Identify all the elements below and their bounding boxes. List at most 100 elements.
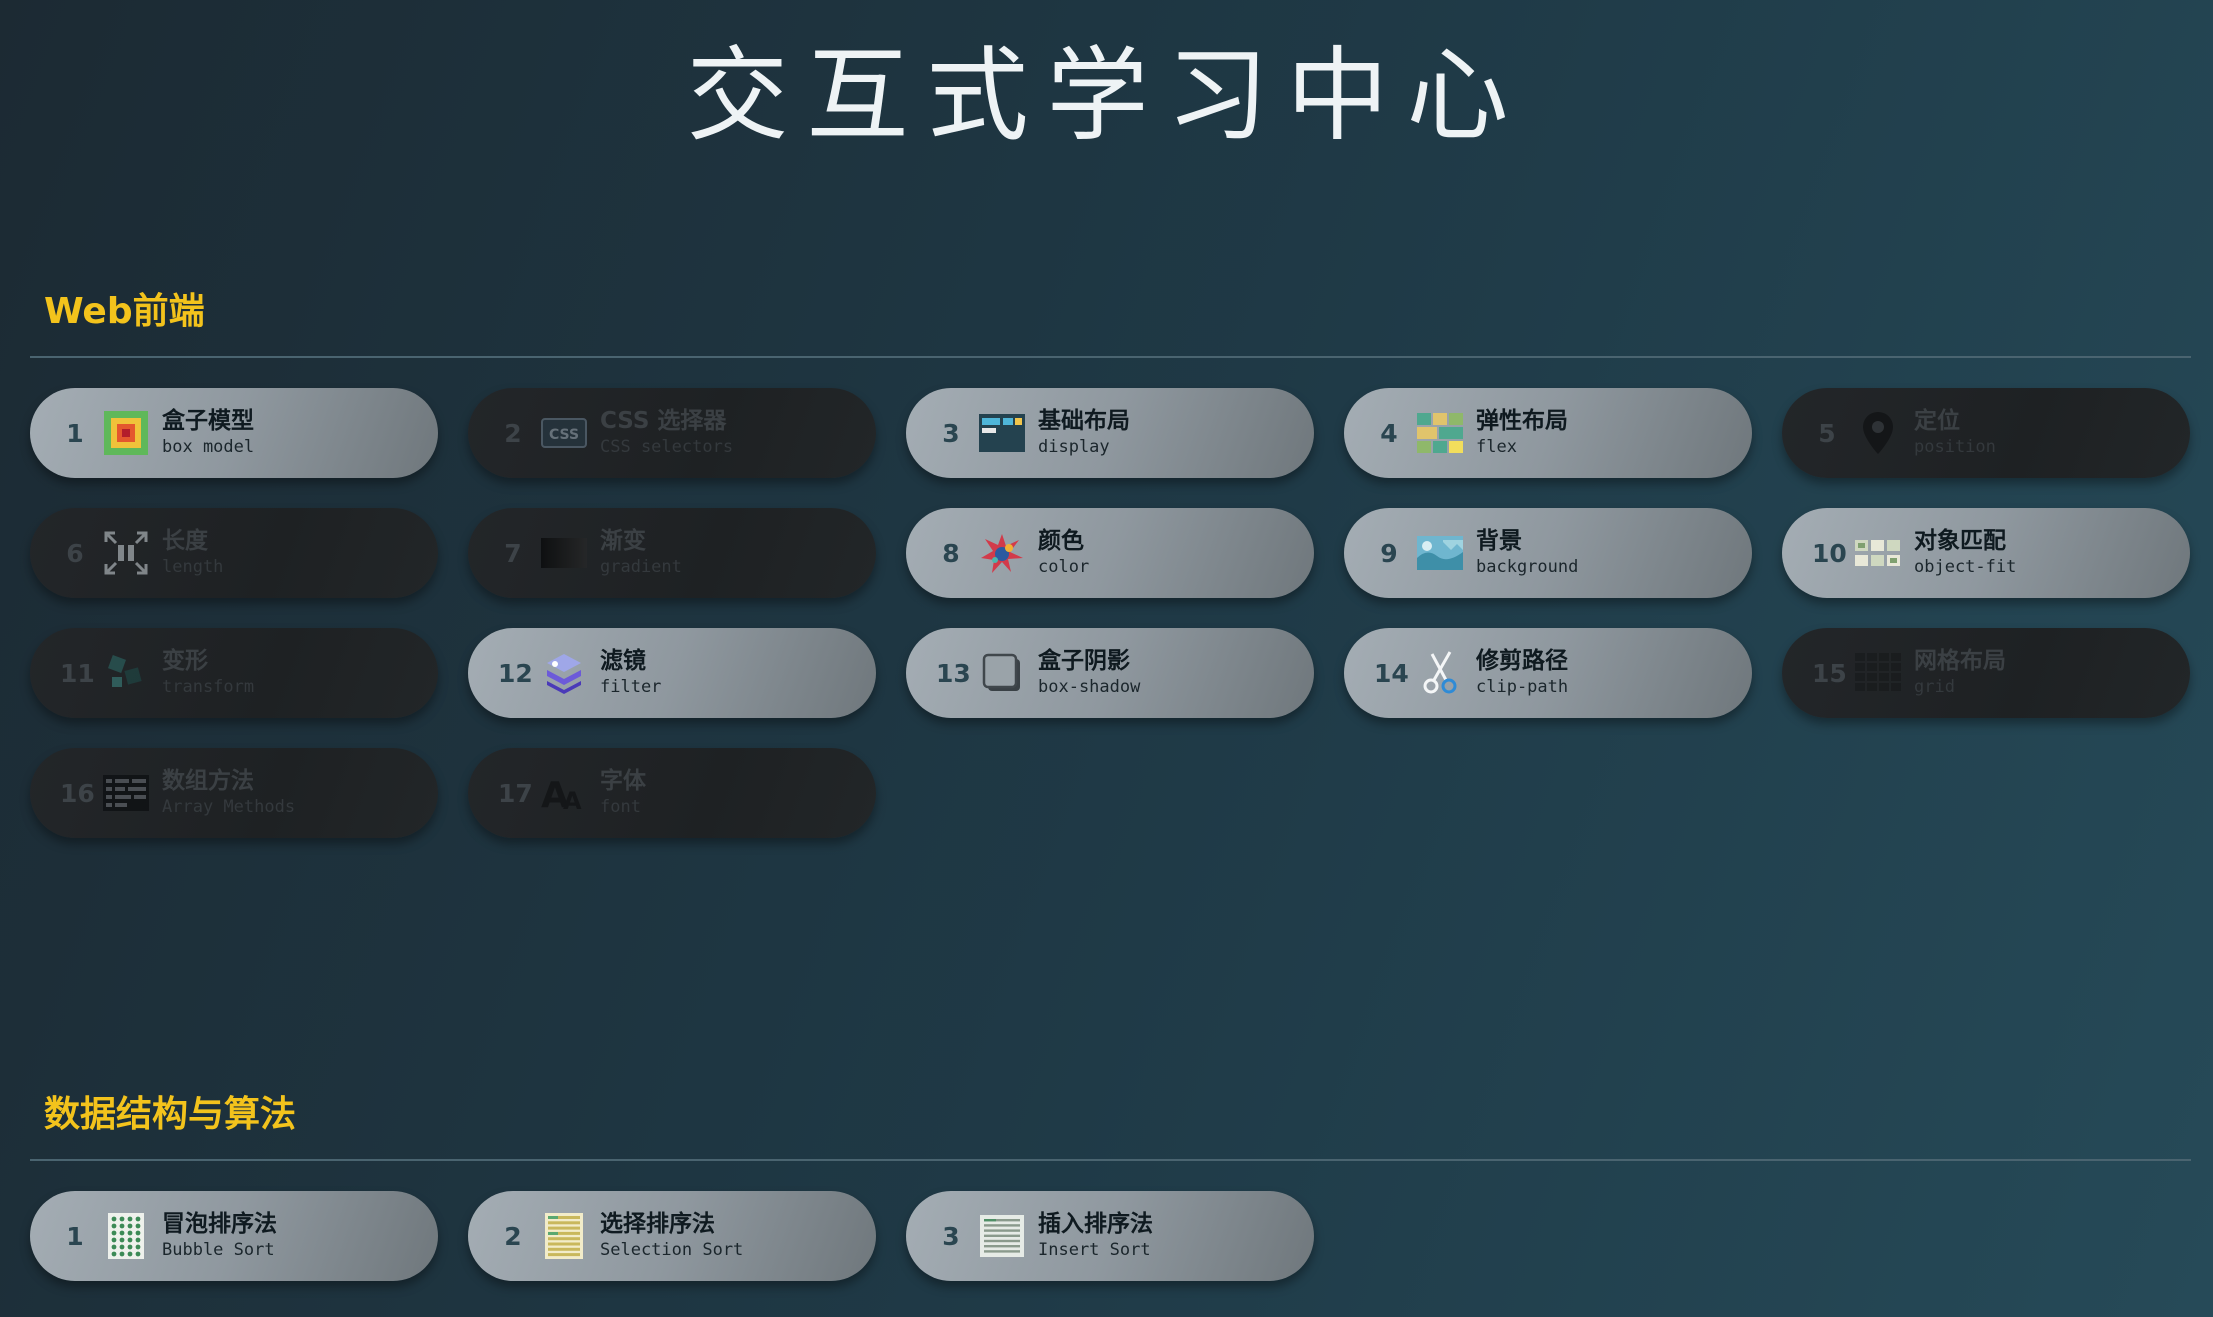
- card-number: 15: [1812, 658, 1847, 688]
- card-number: 2: [504, 1221, 522, 1251]
- card-title: 盒子阴影: [1038, 648, 1130, 674]
- insert-sort-icon: [978, 1212, 1026, 1260]
- card-number: 4: [1380, 418, 1398, 448]
- card-title: 渐变: [600, 528, 646, 554]
- color-splash-icon: [978, 529, 1026, 577]
- lesson-card[interactable]: 8 颜色 color: [906, 508, 1314, 598]
- svg-text:CSS: CSS: [549, 427, 579, 443]
- card-text-group: 颜色 color: [1038, 527, 1089, 579]
- box-shadow-icon: [978, 649, 1026, 697]
- lesson-card[interactable]: 7 渐变 gradient: [468, 508, 876, 598]
- card-text-group: 定位 position: [1914, 407, 1996, 459]
- card-title: CSS 选择器: [600, 408, 727, 434]
- object-fit-icon: [1854, 529, 1902, 577]
- card-text-group: 渐变 gradient: [600, 527, 682, 579]
- lesson-card[interactable]: 12 滤镜 filter: [468, 628, 876, 718]
- svg-text:A: A: [563, 787, 582, 813]
- grid-icon: [1854, 649, 1902, 697]
- card-number: 3: [942, 1221, 960, 1251]
- lesson-card[interactable]: 16 数组方法 Array Methods: [30, 748, 438, 838]
- card-text-group: CSS 选择器 CSS selectors: [600, 407, 733, 459]
- card-title: 弹性布局: [1476, 408, 1568, 434]
- card-number: 1: [66, 1221, 84, 1251]
- location-pin-icon: [1854, 409, 1902, 457]
- card-number: 1: [66, 418, 84, 448]
- card-subtitle: Bubble Sort: [162, 1240, 275, 1260]
- card-number: 7: [504, 538, 522, 568]
- transform-icon: [102, 649, 150, 697]
- card-number: 3: [942, 418, 960, 448]
- card-subtitle: grid: [1914, 677, 1955, 697]
- page-title: 交互式学习中心: [686, 37, 1527, 156]
- card-text-group: 背景 background: [1476, 527, 1578, 579]
- card-title: 变形: [162, 648, 208, 674]
- card-title: 盒子模型: [162, 408, 254, 434]
- card-title: 滤镜: [600, 648, 646, 674]
- card-text-group: 选择排序法 Selection Sort: [600, 1210, 743, 1262]
- card-number: 2: [504, 418, 522, 448]
- card-text-group: 滤镜 filter: [600, 647, 661, 699]
- card-text-group: 冒泡排序法 Bubble Sort: [162, 1210, 277, 1262]
- lesson-card[interactable]: 2 CSS CSS 选择器 CSS selectors: [468, 388, 876, 478]
- card-text-group: 基础布局 display: [1038, 407, 1130, 459]
- selection-sort-icon: [540, 1212, 588, 1260]
- lesson-card[interactable]: 1 冒泡排序法 Bubble Sort: [30, 1191, 438, 1281]
- bubble-sort-icon: [102, 1212, 150, 1260]
- lesson-card[interactable]: 3 基础布局 display: [906, 388, 1314, 478]
- lesson-card[interactable]: 15 网格布局 grid: [1782, 628, 2190, 718]
- lesson-card[interactable]: 17 A A 字体 font: [468, 748, 876, 838]
- card-number: 14: [1374, 658, 1409, 688]
- card-title: 字体: [600, 768, 646, 794]
- card-text-group: 盒子阴影 box-shadow: [1038, 647, 1140, 699]
- card-title: 颜色: [1038, 528, 1084, 554]
- card-number: 13: [936, 658, 971, 688]
- card-title: 修剪路径: [1476, 648, 1568, 674]
- card-subtitle: transform: [162, 677, 255, 697]
- card-number: 16: [60, 778, 95, 808]
- card-subtitle: Selection Sort: [600, 1240, 744, 1260]
- box-model-icon: [102, 409, 150, 457]
- card-number: 6: [66, 538, 84, 568]
- flex-grid-icon: [1416, 409, 1464, 457]
- lesson-card[interactable]: 1 盒子模型 box model: [30, 388, 438, 478]
- card-subtitle: box model: [162, 437, 255, 457]
- card-text-group: 变形 transform: [162, 647, 254, 699]
- card-text-group: 数组方法 Array Methods: [162, 767, 295, 819]
- card-subtitle: flex: [1476, 437, 1517, 457]
- card-subtitle: font: [600, 797, 641, 817]
- lesson-card[interactable]: 4 弹性布局 flex: [1344, 388, 1752, 478]
- card-text-group: 长度 length: [162, 527, 223, 579]
- section-data-structures: 数据结构与算法 1 冒泡排序法 Bubble Sort 2 选择排序法 Selection…: [30, 1085, 2191, 1281]
- card-title: 选择排序法: [600, 1211, 715, 1237]
- card-title: 冒泡排序法: [162, 1211, 277, 1237]
- card-text-group: 字体 font: [600, 767, 646, 819]
- lesson-card[interactable]: 14 修剪路径 clip-path: [1344, 628, 1752, 718]
- lesson-card[interactable]: 10 对象匹配 object-fit: [1782, 508, 2190, 598]
- lesson-card[interactable]: 13 盒子阴影 box-shadow: [906, 628, 1314, 718]
- css-icon: CSS: [540, 409, 588, 457]
- card-number: 8: [942, 538, 960, 568]
- card-subtitle: position: [1914, 437, 1996, 457]
- card-number: 5: [1818, 418, 1836, 448]
- card-subtitle: background: [1476, 557, 1579, 577]
- lesson-card[interactable]: 9 背景 background: [1344, 508, 1752, 598]
- card-text-group: 插入排序法 Insert Sort: [1038, 1210, 1153, 1262]
- lesson-card[interactable]: 6 长度 length: [30, 508, 438, 598]
- expand-arrows-icon: [102, 529, 150, 577]
- lesson-card[interactable]: 3 插入排序法 Insert Sort: [906, 1191, 1314, 1281]
- card-text-group: 盒子模型 box model: [162, 407, 254, 459]
- font-aa-icon: AA: [540, 769, 588, 817]
- section-divider: [30, 1159, 2191, 1161]
- lesson-card[interactable]: 11 变形 transform: [30, 628, 438, 718]
- card-text-group: 网格布局 grid: [1914, 647, 2006, 699]
- card-subtitle: display: [1038, 437, 1110, 457]
- card-subtitle: length: [162, 557, 224, 577]
- card-number: 12: [498, 658, 533, 688]
- lesson-card[interactable]: 2 选择排序法 Selection Sort: [468, 1191, 876, 1281]
- card-title: 网格布局: [1914, 648, 2006, 674]
- card-grid: 1 冒泡排序法 Bubble Sort 2 选择排序法 Selection Sort 3 插入…: [30, 1191, 2191, 1281]
- section-title: Web前端: [44, 291, 205, 332]
- section-divider: [30, 356, 2191, 358]
- lesson-card[interactable]: 5 定位 position: [1782, 388, 2190, 478]
- card-title: 插入排序法: [1038, 1211, 1153, 1237]
